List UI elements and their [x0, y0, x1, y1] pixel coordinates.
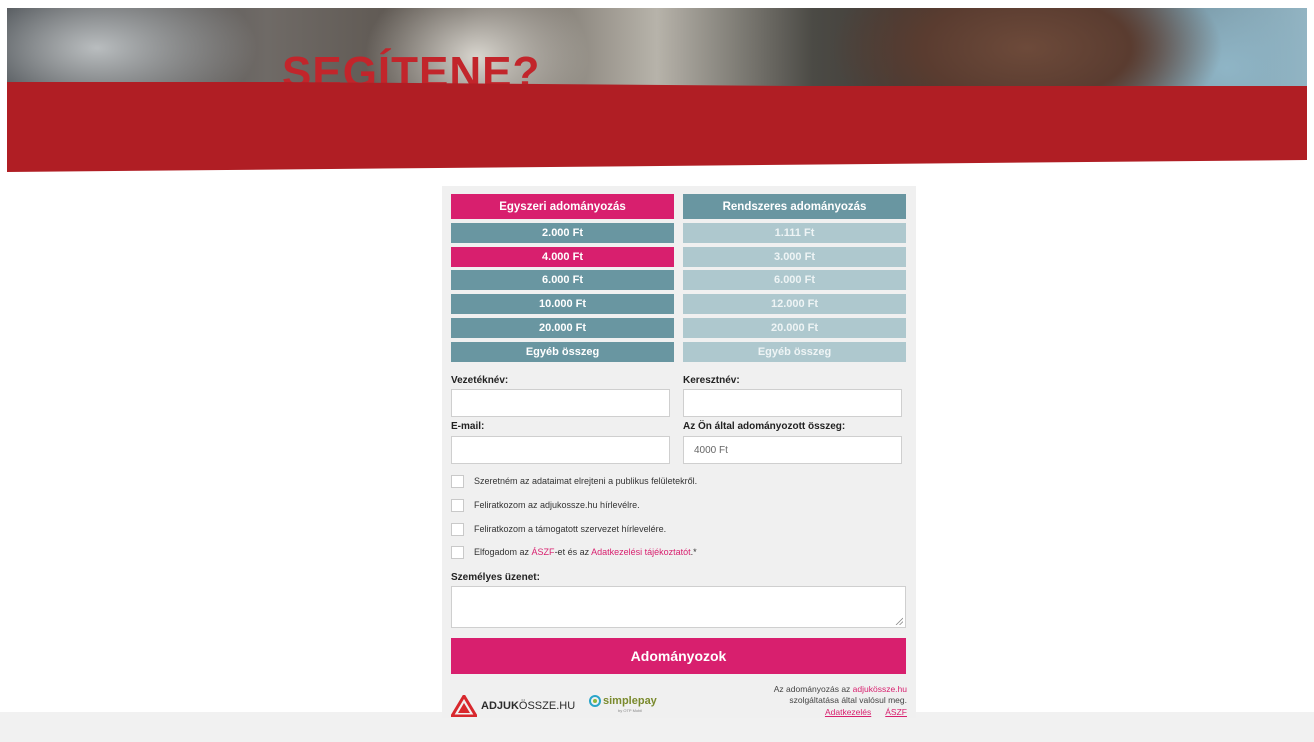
donation-panel: Egyszeri adományozás Rendszeres adományo…	[442, 186, 916, 718]
recurring-amount-option[interactable]: 20.000 Ft	[683, 318, 906, 338]
message-label: Személyes üzenet:	[451, 572, 540, 583]
checkbox-row-hide-data: Szeretném az adataimat elrejteni a publi…	[451, 474, 697, 488]
footer-note-prefix: Az adományozás az	[773, 684, 853, 694]
subscribe-site-checkbox[interactable]	[451, 498, 464, 512]
checkbox-row-subscribe-org: Feliratkozom a támogatott szervezet hírl…	[451, 522, 666, 536]
amount-option[interactable]: 6.000 Ft	[451, 270, 674, 290]
amount-option-other[interactable]: Egyéb összeg	[451, 342, 674, 362]
hide-data-label: Szeretném az adataimat elrejteni a publi…	[474, 476, 698, 486]
amount-field-value: 4000 Ft	[694, 444, 728, 456]
footer-note: Az adományozás az adjukössze.hu szolgált…	[774, 684, 907, 718]
resize-handle-icon[interactable]	[895, 617, 903, 625]
email-field[interactable]	[451, 436, 670, 464]
simplepay-icon	[589, 695, 601, 707]
logo-text-bold: ADJUK	[481, 700, 519, 712]
amount-label: Az Ön által adományozott összeg:	[683, 421, 846, 432]
checkbox-row-accept-terms: Elfogadom az ÁSZF-et és az Adatkezelési …	[451, 545, 697, 559]
recurring-amount-option[interactable]: 1.111 Ft	[683, 223, 906, 243]
hide-data-checkbox[interactable]	[451, 474, 464, 488]
logo-text-rest: ÖSSZE.HU	[518, 700, 576, 712]
recurring-amount-option[interactable]: 12.000 Ft	[683, 294, 906, 314]
tab-one-time[interactable]: Egyszeri adományozás	[451, 194, 674, 219]
recurring-amount-option[interactable]: 3.000 Ft	[683, 247, 906, 267]
amount-option[interactable]: 10.000 Ft	[451, 294, 674, 314]
amount-option[interactable]: 20.000 Ft	[451, 318, 674, 338]
accept-terms-label: Elfogadom az ÁSZF-et és az Adatkezelési …	[474, 547, 697, 557]
first-name-label: Keresztnév:	[683, 375, 740, 386]
subscribe-org-label: Feliratkozom a támogatott szervezet hírl…	[474, 524, 667, 534]
footer-aszf-link[interactable]: ÁSZF	[885, 707, 907, 717]
simplepay-subtext: by OTP Mobil	[618, 708, 643, 713]
aszf-link[interactable]: ÁSZF	[532, 547, 555, 557]
accept-terms-checkbox[interactable]	[451, 545, 464, 559]
adjukossze-logo[interactable]: ADJUKÖSSZE.HU	[451, 692, 575, 720]
footer-links: Adatkezelés ÁSZF	[774, 707, 907, 718]
last-name-label: Vezetéknév:	[451, 375, 509, 386]
email-label: E-mail:	[451, 421, 485, 432]
recurring-amount-option[interactable]: 6.000 Ft	[683, 270, 906, 290]
footer-note-suffix: szolgáltatása által valósul meg.	[789, 695, 907, 705]
hero-red-overlay	[7, 86, 1307, 164]
amount-option-selected[interactable]: 4.000 Ft	[451, 247, 674, 267]
privacy-link[interactable]: Adatkezelési tájékoztatót	[591, 547, 691, 557]
amount-option[interactable]: 2.000 Ft	[451, 223, 674, 243]
logo-text: ADJUKÖSSZE.HU	[481, 700, 575, 712]
accept-middle: -et és az	[554, 547, 592, 557]
simplepay-text: simplepay	[603, 695, 657, 707]
message-textarea[interactable]	[451, 586, 906, 628]
donate-button[interactable]: Adományozok	[451, 638, 906, 674]
footer-note-link[interactable]: adjukössze.hu	[853, 684, 907, 694]
checkbox-row-subscribe-site: Feliratkozom az adjukossze.hu hírlevélre…	[451, 498, 640, 512]
subscribe-site-label: Feliratkozom az adjukossze.hu hírlevélre…	[474, 500, 640, 510]
footer-privacy-link[interactable]: Adatkezelés	[825, 707, 871, 717]
accept-prefix: Elfogadom az	[474, 547, 532, 557]
last-name-field[interactable]	[451, 389, 670, 417]
subscribe-org-checkbox[interactable]	[451, 522, 464, 536]
simplepay-logo[interactable]: simplepay	[589, 695, 657, 707]
recurring-amount-option-other[interactable]: Egyéb összeg	[683, 342, 906, 362]
adjukossze-logo-icon	[451, 695, 477, 717]
accept-suffix: .*	[690, 547, 697, 557]
tab-recurring[interactable]: Rendszeres adományozás	[683, 194, 906, 219]
first-name-field[interactable]	[683, 389, 902, 417]
amount-field[interactable]: 4000 Ft	[683, 436, 902, 464]
